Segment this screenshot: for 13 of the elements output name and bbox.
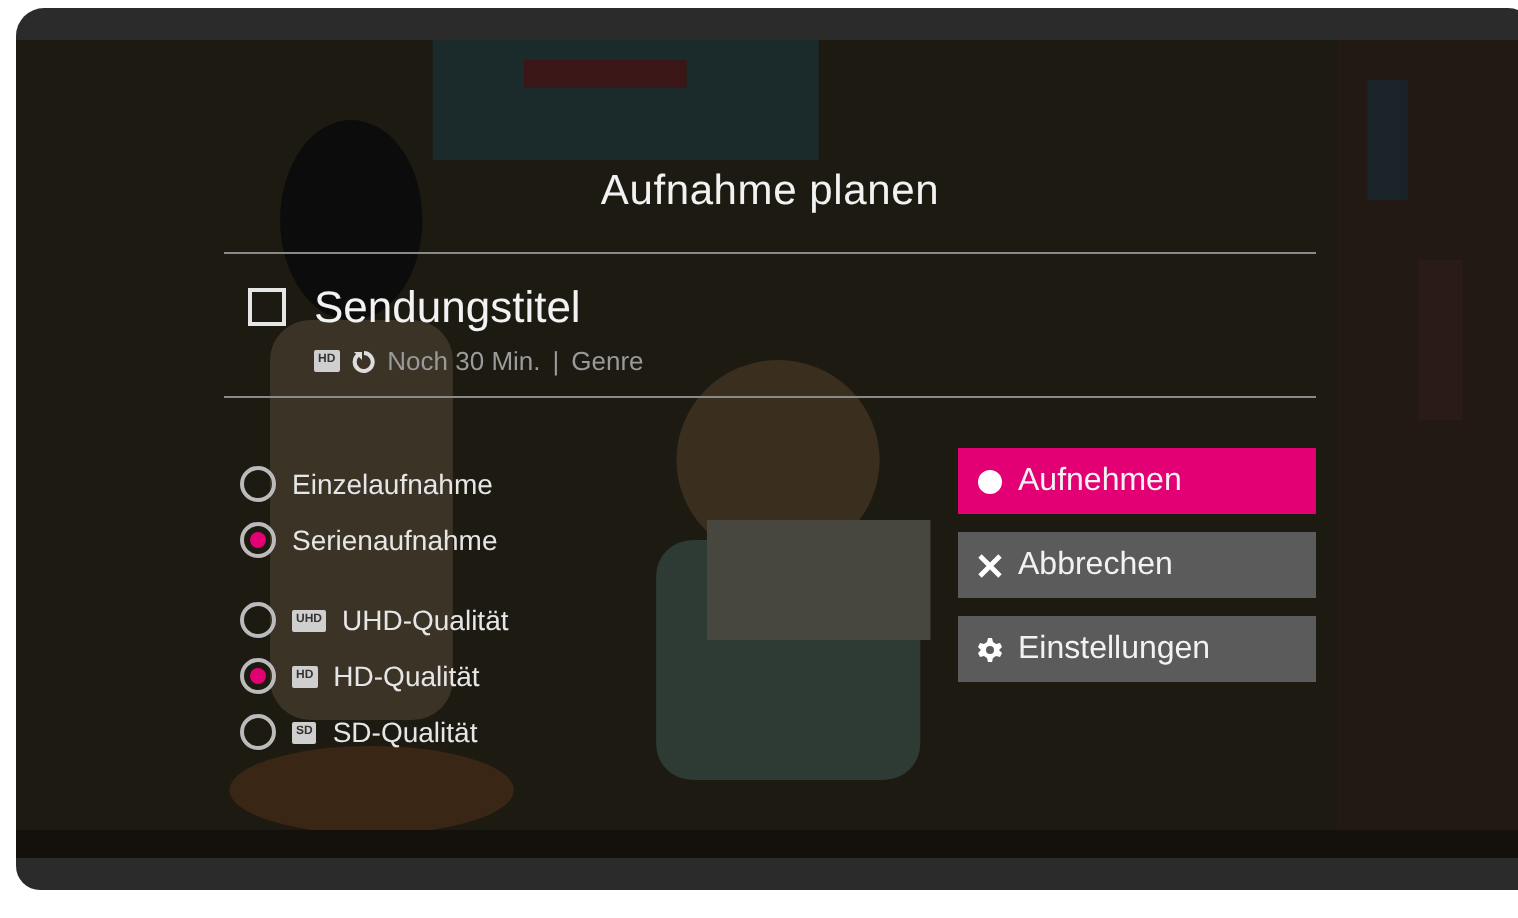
program-title: Sendungstitel — [314, 282, 583, 334]
option-label: Serienaufnahme — [292, 524, 498, 556]
option-label: UHD-Qualität — [342, 604, 509, 636]
remaining-time: Noch 30 Min. — [387, 346, 541, 376]
option-label: HD-Qualität — [333, 660, 480, 692]
separator: | — [552, 346, 560, 376]
dialog-title: Aufnahme planen — [598, 168, 942, 218]
cancel-button[interactable]: Abbrechen — [958, 532, 1316, 598]
genre: Genre — [571, 346, 644, 376]
option-label: Einzelaufnahme — [292, 468, 493, 500]
option-label: SD-Qualität — [332, 716, 478, 748]
settings-button[interactable]: Einstellungen — [958, 616, 1316, 682]
record-button[interactable]: Aufnehmen — [958, 448, 1316, 514]
